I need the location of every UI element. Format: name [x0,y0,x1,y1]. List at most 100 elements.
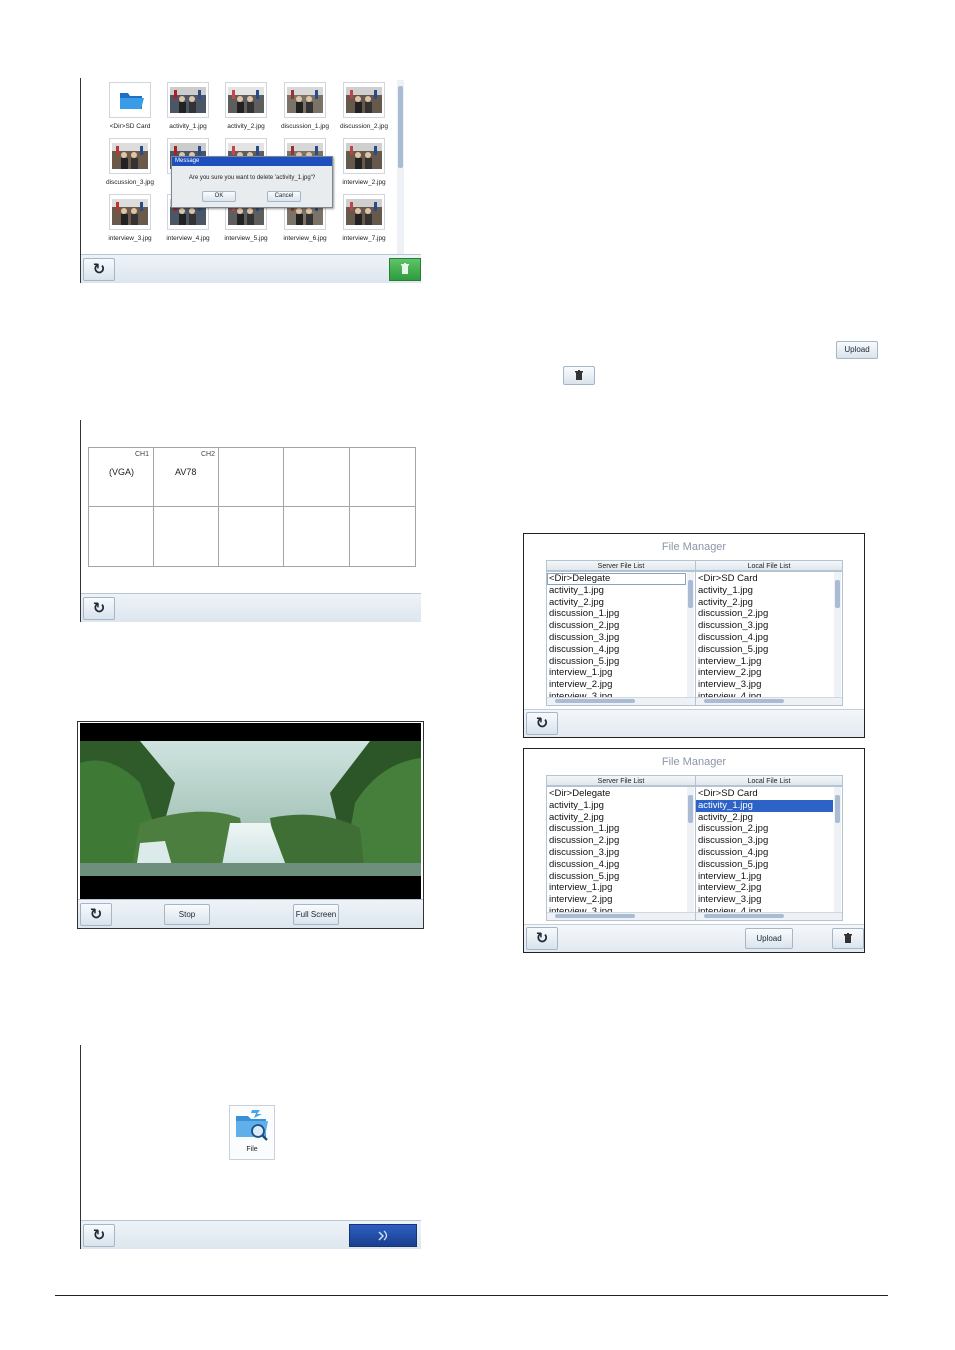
channel-cell-7[interactable] [153,506,219,567]
thumbnail-label: interview_3.jpg [108,235,152,242]
delete-button[interactable] [389,258,421,281]
file-app-tile[interactable]: File [229,1105,275,1160]
photo-thumbnail[interactable] [343,138,385,174]
file-list-item[interactable]: interview_2.jpg [696,882,833,894]
photo-thumbnail[interactable] [284,82,326,118]
photo-thumbnail[interactable] [343,194,385,230]
ok-button[interactable]: OK [202,191,236,202]
vertical-scrollbar[interactable] [397,80,404,254]
refresh-icon: ↻ [89,905,103,923]
channel-cell-3[interactable] [218,447,284,507]
photo-thumbnail[interactable] [167,82,209,118]
file-list-item[interactable]: activity_1.jpg [547,800,686,812]
file-list-item[interactable]: discussion_3.jpg [696,835,833,847]
file-list-item[interactable]: discussion_5.jpg [696,644,833,656]
file-list-item[interactable]: discussion_3.jpg [547,632,686,644]
server-file-list[interactable]: <Dir>Delegate activity_1.jpg activity_2.jp… [546,786,696,921]
file-app-label: File [246,1146,258,1153]
channel-cell-8[interactable] [218,506,284,567]
video-frame[interactable] [80,723,421,899]
delete-button[interactable] [832,928,864,949]
folder-search-icon [236,1110,268,1141]
server-file-list[interactable]: <Dir>Delegate activity_1.jpg activity_2.jp… [546,571,696,706]
refresh-icon: ↻ [92,599,106,617]
channel-cell-5[interactable] [349,447,416,507]
file-list-item[interactable]: discussion_1.jpg [547,823,686,835]
file-list-item[interactable]: activity_1.jpg [547,585,686,597]
file-list-item[interactable]: activity_2.jpg [547,597,686,609]
folder-thumbnail[interactable] [109,82,151,118]
page-footer-rule [55,1295,888,1296]
photo-thumbnail[interactable] [109,194,151,230]
file-launcher-panel: File ↻ [80,1045,421,1249]
file-list-item[interactable]: interview_2.jpg [696,667,833,679]
thumbnail-label: discussion_2.jpg [339,123,389,130]
cancel-button[interactable]: Cancel [267,191,301,202]
channel-cell-6[interactable] [88,506,154,567]
photo-thumbnail[interactable] [343,82,385,118]
file-list-item[interactable]: <Dir>Delegate [547,573,686,585]
refresh-button[interactable]: ↻ [526,927,558,950]
channel-cell-4[interactable] [283,447,350,507]
refresh-button[interactable]: ↻ [83,258,115,281]
file-list-item[interactable]: discussion_4.jpg [547,644,686,656]
file-list-item[interactable]: activity_1.jpg [696,585,833,597]
file-list-item[interactable]: discussion_5.jpg [547,871,686,883]
delete-button-sample[interactable] [563,366,595,385]
refresh-button[interactable]: ↻ [526,712,558,735]
channel-cell-2[interactable]: CH2 AV78 [153,447,219,507]
photo-thumbnail[interactable] [109,138,151,174]
file-list-item[interactable]: discussion_4.jpg [547,859,686,871]
file-list-item[interactable]: activity_1.jpg [696,799,833,812]
file-list-item[interactable]: interview_1.jpg [547,882,686,894]
file-list-item[interactable]: discussion_2.jpg [547,620,686,632]
file-manager-toolbar: ↻ Upload [524,924,864,952]
stop-button[interactable]: Stop [164,904,210,925]
thumbnail-label: interview_2.jpg [342,179,386,186]
upload-button-sample[interactable]: Upload [836,341,878,359]
file-list-item[interactable]: <Dir>Delegate [547,788,686,800]
local-file-list-header: Local File List [695,560,843,571]
file-list-item[interactable]: discussion_4.jpg [696,632,833,644]
file-list-item[interactable]: activity_2.jpg [696,597,833,609]
file-list-item[interactable]: interview_1.jpg [696,871,833,883]
file-list-item[interactable]: activity_2.jpg [547,812,686,824]
file-list-item[interactable]: discussion_5.jpg [696,859,833,871]
file-list-item[interactable]: discussion_4.jpg [696,847,833,859]
file-list-item[interactable]: discussion_2.jpg [696,608,833,620]
file-list-item[interactable]: discussion_3.jpg [547,847,686,859]
channel-cell-10[interactable] [349,506,416,567]
file-list-item[interactable]: interview_2.jpg [547,894,686,906]
file-list-item[interactable]: <Dir>SD Card [696,788,833,800]
file-manager-title: File Manager [661,541,727,553]
file-list-item[interactable]: interview_3.jpg [696,894,833,906]
photo-thumbnail[interactable] [225,82,267,118]
refresh-button[interactable]: ↻ [80,903,112,926]
photo-image [170,87,206,113]
file-list-item[interactable]: interview_2.jpg [547,679,686,691]
file-list-item[interactable]: interview_1.jpg [696,656,833,668]
file-list-item[interactable]: discussion_5.jpg [547,656,686,668]
file-list-item[interactable]: discussion_2.jpg [547,835,686,847]
folder-icon [112,87,148,113]
local-file-list[interactable]: <Dir>SD Card activity_1.jpg activity_2.jpg… [695,571,843,706]
exit-button[interactable] [349,1224,417,1247]
full-screen-button[interactable]: Full Screen [293,904,339,925]
player-toolbar: ↻ Stop Full Screen [78,899,423,928]
upload-button[interactable]: Upload [745,928,793,949]
file-list-item[interactable]: discussion_1.jpg [547,608,686,620]
file-list-item[interactable]: discussion_3.jpg [696,620,833,632]
file-list-item[interactable]: interview_1.jpg [547,667,686,679]
thumbnail-label: discussion_3.jpg [105,179,155,186]
channel-cell-9[interactable] [283,506,350,567]
channel-source: (VGA) [109,467,135,477]
local-file-list[interactable]: <Dir>SD Card activity_1.jpg activity_2.jpg… [695,786,843,921]
file-list-item[interactable]: discussion_2.jpg [696,823,833,835]
refresh-button[interactable]: ↻ [83,597,115,620]
file-list-item[interactable]: <Dir>SD Card [696,573,833,585]
refresh-button[interactable]: ↻ [83,1224,115,1247]
file-list-item[interactable]: activity_2.jpg [696,812,833,824]
refresh-icon: ↻ [92,260,106,278]
channel-cell-1[interactable]: CH1 (VGA) [88,447,154,507]
file-list-item[interactable]: interview_3.jpg [696,679,833,691]
